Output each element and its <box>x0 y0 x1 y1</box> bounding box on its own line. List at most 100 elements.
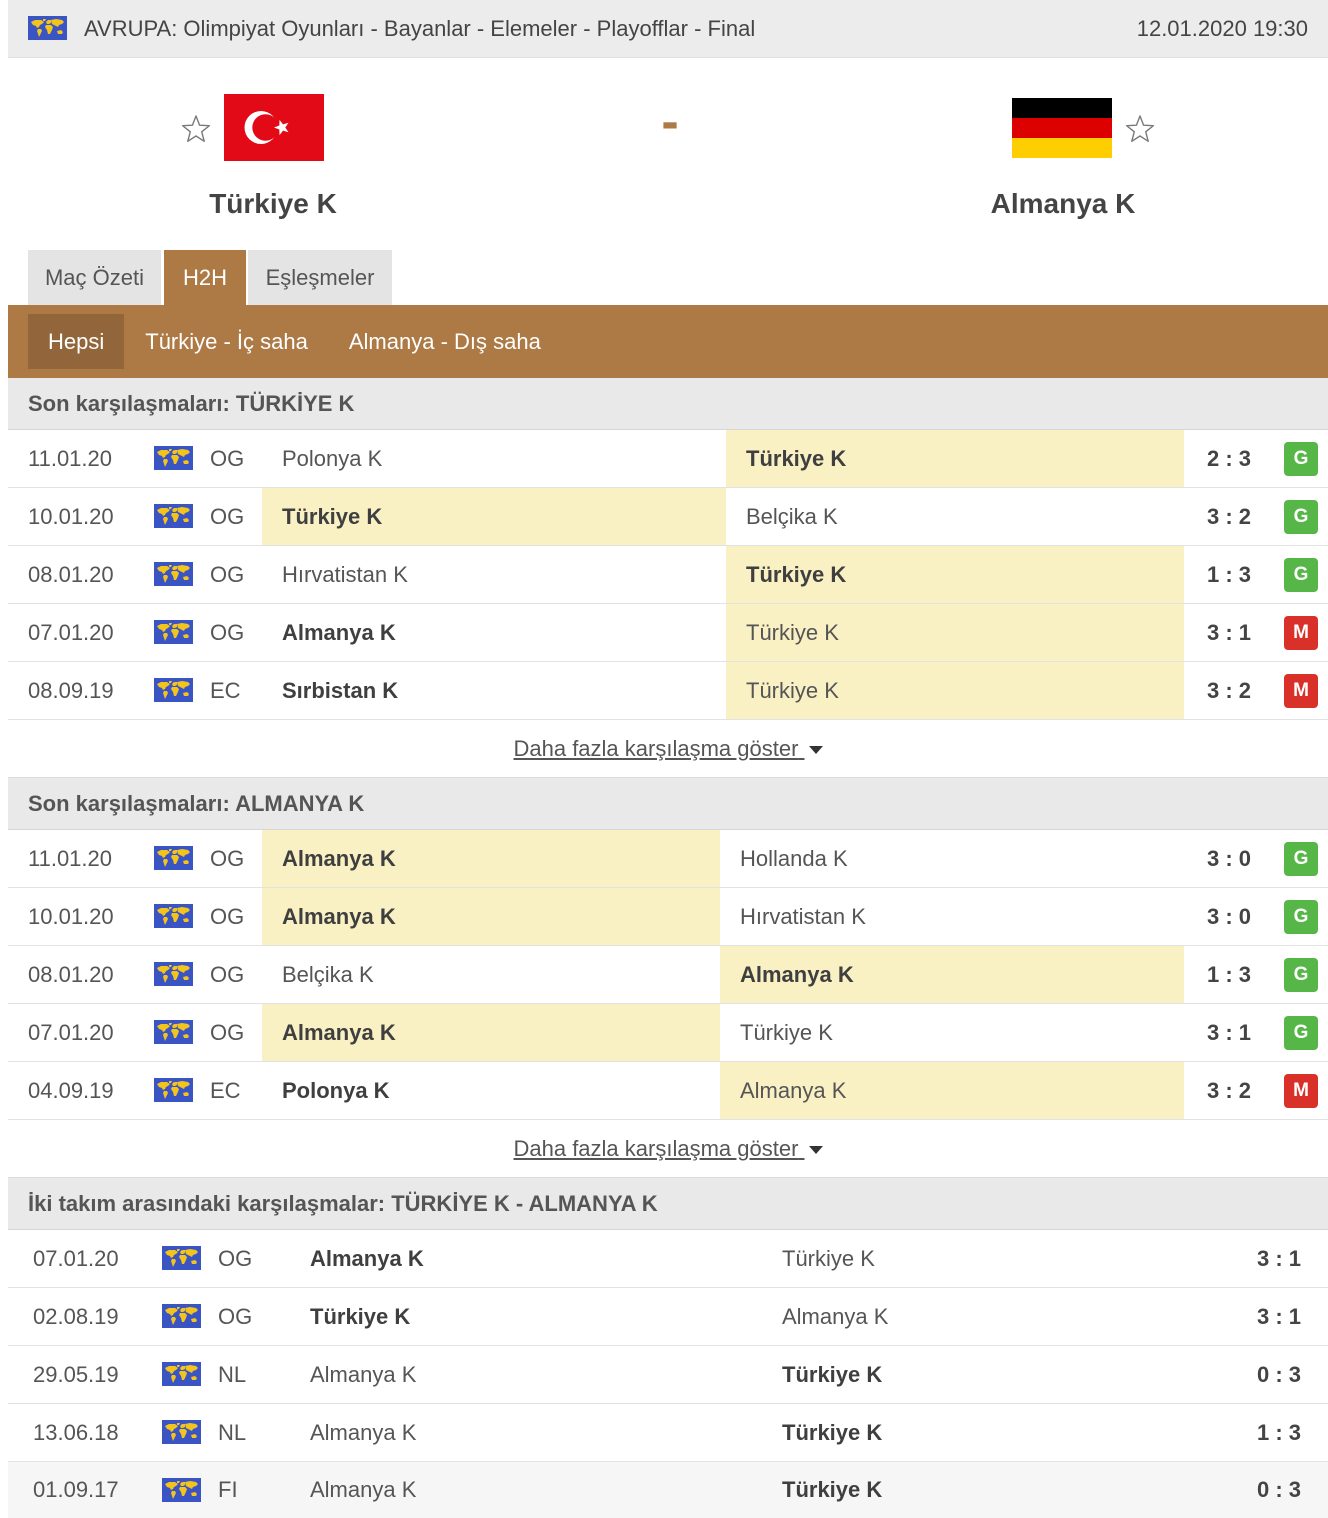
match-date: 10.01.20 <box>28 504 114 529</box>
show-more-link[interactable]: Daha fazla karşılaşma göster <box>513 736 823 761</box>
match-score: - <box>661 93 679 151</box>
away-team: Almanya K <box>720 946 1184 1003</box>
match-row[interactable]: 08.09.19 EC Sırbistan K Türkiye K 3 : 2 M <box>8 662 1328 720</box>
section-title: Son karşılaşmaları: TÜRKİYE K <box>8 378 1328 430</box>
subtab-all[interactable]: Hepsi <box>28 314 125 369</box>
match-row[interactable]: 01.09.17 FI Almanya K Türkiye K 0 : 3 <box>8 1462 1328 1518</box>
competition-code: OG <box>210 904 245 929</box>
show-more-label: Daha fazla karşılaşma göster <box>513 1136 799 1161</box>
world-flag-icon <box>162 1420 201 1444</box>
match-score: 0 : 3 <box>1256 1477 1302 1502</box>
match-row[interactable]: 10.01.20 OG Almanya K Hırvatistan K 3 : 0 G <box>8 888 1328 946</box>
section-title: Son karşılaşmaları: ALMANYA K <box>8 778 1328 830</box>
match-date: 07.01.20 <box>28 1020 114 1045</box>
main-tabs: Maç Özeti H2H Eşleşmeler <box>8 250 1328 305</box>
match-row[interactable]: 29.05.19 NL Almanya K Türkiye K 0 : 3 <box>8 1346 1328 1404</box>
match-date: 13.06.18 <box>33 1420 119 1445</box>
match-date: 04.09.19 <box>28 1078 114 1103</box>
match-list: 11.01.20 OG Almanya K Hollanda K3 : 0 G 10.01… <box>8 830 1328 1120</box>
home-team-name[interactable]: Türkiye K <box>123 186 423 222</box>
win-badge: G <box>1284 958 1318 992</box>
match-row[interactable]: 10.01.20 OG Türkiye K Belçika K 3 : 2 G <box>8 488 1328 546</box>
tab-match-summary[interactable]: Maç Özeti <box>28 250 161 305</box>
tournament-title[interactable]: AVRUPA: Olimpiyat Oyunları - Bayanlar - … <box>84 0 755 57</box>
star-outline-icon[interactable] <box>1125 115 1155 145</box>
home-team: Almanya K <box>282 620 396 645</box>
tab-h2h[interactable]: H2H <box>164 250 246 305</box>
away-team: Türkiye K <box>782 1477 883 1502</box>
match-date: 11.01.20 <box>28 446 113 471</box>
star-outline-icon[interactable] <box>181 115 211 145</box>
match-row[interactable]: 08.01.20 OG Hırvatistan K Türkiye K 1 : 3 G <box>8 546 1328 604</box>
world-flag-icon <box>154 962 193 986</box>
world-flag-icon <box>28 16 67 40</box>
home-team: Almanya K <box>310 1477 417 1502</box>
match-date: 07.01.20 <box>33 1246 119 1271</box>
match-score: 3 : 2 <box>1206 504 1252 529</box>
away-team: Türkiye K <box>782 1246 875 1271</box>
show-more-row: Daha fazla karşılaşma göster <box>8 720 1328 778</box>
away-team: Türkiye K <box>726 546 1184 603</box>
competition-code: OG <box>210 962 245 987</box>
section-title: İki takım arasındaki karşılaşmalar: TÜRK… <box>8 1178 1328 1230</box>
subtab-home[interactable]: Türkiye - İç saha <box>125 314 328 369</box>
tab-standings[interactable]: Eşleşmeler <box>248 250 392 305</box>
match-score: 1 : 3 <box>1206 962 1252 987</box>
subtab-away[interactable]: Almanya - Dış saha <box>329 314 561 369</box>
competition-code: OG <box>210 846 245 871</box>
section-recent-away-team: Son karşılaşmaları: ALMANYA K 11.01.20 OG… <box>8 778 1328 1178</box>
match-score: 2 : 3 <box>1206 446 1252 471</box>
home-team: Polonya K <box>282 1078 390 1103</box>
match-row[interactable]: 02.08.19 OG Türkiye K Almanya K 3 : 1 <box>8 1288 1328 1346</box>
match-score: 3 : 1 <box>1256 1304 1302 1329</box>
home-team: Almanya K <box>262 830 720 887</box>
home-team: Türkiye K <box>262 488 726 545</box>
match-row[interactable]: 11.01.20 OG Almanya K Hollanda K 3 : 0 G <box>8 830 1328 888</box>
match-row[interactable]: 07.01.20 OG Almanya K Türkiye K 3 : 1 G <box>8 1004 1328 1062</box>
match-date: 08.01.20 <box>28 962 114 987</box>
match-row[interactable]: 04.09.19 EC Polonya K Almanya K 3 : 2 M <box>8 1062 1328 1120</box>
competition-code: FI <box>218 1477 238 1502</box>
match-date: 02.08.19 <box>33 1304 119 1329</box>
match-list: 11.01.20 OG Polonya K Türkiye K2 : 3 G 10.01.… <box>8 430 1328 720</box>
turkey-flag-svg <box>224 94 324 161</box>
competition-code: EC <box>210 1078 241 1103</box>
away-team: Türkiye K <box>726 430 1184 487</box>
world-flag-icon <box>162 1362 201 1386</box>
match-date: 08.09.19 <box>28 678 114 703</box>
competition-code: NL <box>218 1420 247 1445</box>
competition-code: EC <box>210 678 241 703</box>
match-date: 07.01.20 <box>28 620 114 645</box>
world-flag-icon <box>162 1304 201 1328</box>
away-team: Hırvatistan K <box>740 904 866 929</box>
away-team: Türkiye K <box>726 604 1184 661</box>
show-more-label: Daha fazla karşılaşma göster <box>513 736 799 761</box>
world-flag-icon <box>154 620 193 644</box>
away-team: Türkiye K <box>726 662 1184 719</box>
world-flag-icon <box>154 904 193 928</box>
competition-code: OG <box>218 1246 253 1271</box>
match-row[interactable]: 13.06.18 NL Almanya K Türkiye K 1 : 3 <box>8 1404 1328 1462</box>
show-more-link[interactable]: Daha fazla karşılaşma göster <box>513 1136 823 1161</box>
away-team: Almanya K <box>782 1304 889 1329</box>
match-row[interactable]: 07.01.20 OG Almanya K Türkiye K 3 : 1 <box>8 1230 1328 1288</box>
away-team-name[interactable]: Almanya K <box>913 186 1213 222</box>
match-row[interactable]: 07.01.20 OG Almanya K Türkiye K 3 : 1 M <box>8 604 1328 662</box>
teams-header: Türkiye K - Almanya K <box>8 58 1328 250</box>
world-flag-icon <box>154 678 193 702</box>
away-team: Hollanda K <box>740 846 848 871</box>
world-flag-icon <box>154 446 193 470</box>
match-score: 3 : 2 <box>1206 1078 1252 1103</box>
match-row[interactable]: 11.01.20 OG Polonya K Türkiye K 2 : 3 G <box>8 430 1328 488</box>
match-score: 1 : 3 <box>1256 1420 1302 1445</box>
match-row[interactable]: 08.01.20 OG Belçika K Almanya K 1 : 3 G <box>8 946 1328 1004</box>
germany-flag-icon <box>1012 98 1112 158</box>
match-score: 3 : 0 <box>1206 846 1252 871</box>
win-badge: G <box>1284 558 1318 592</box>
competition-code: NL <box>218 1362 247 1387</box>
match-h2h-page: AVRUPA: Olimpiyat Oyunları - Bayanlar - … <box>8 0 1328 1518</box>
loss-badge: M <box>1284 616 1318 650</box>
away-team: Türkiye K <box>782 1420 883 1445</box>
win-badge: G <box>1284 900 1318 934</box>
match-date: 01.09.17 <box>33 1477 119 1502</box>
